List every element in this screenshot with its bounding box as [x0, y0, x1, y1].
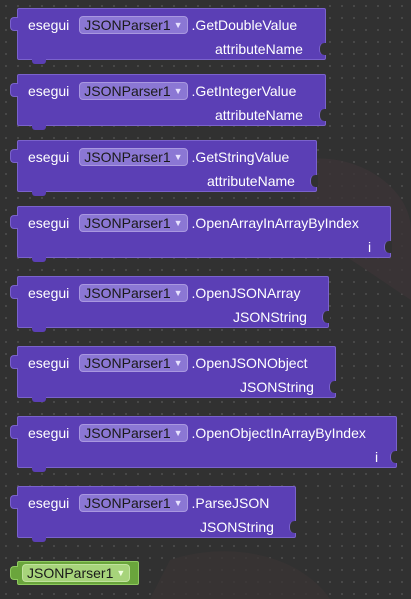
- method-name: .OpenJSONObject: [191, 355, 308, 371]
- method-name: .GetDoubleValue: [191, 17, 298, 33]
- esegui-keyword: esegui: [28, 83, 70, 99]
- dropdown-arrow-icon: ▼: [173, 288, 183, 298]
- component-dropdown[interactable]: JSONParser1 ▼: [79, 354, 188, 372]
- esegui-keyword: esegui: [28, 149, 70, 165]
- component-dropdown[interactable]: JSONParser1 ▼: [79, 148, 188, 166]
- param-socket[interactable]: [390, 451, 398, 463]
- param-socket[interactable]: [384, 241, 392, 253]
- method-name: .GetIntegerValue: [191, 83, 297, 99]
- component-dropdown[interactable]: JSONParser1 ▼: [79, 82, 188, 100]
- dropdown-arrow-icon: ▼: [173, 358, 183, 368]
- param-label: i: [375, 449, 379, 465]
- method-block-open-object-in-array-by-index[interactable]: esegui JSONParser1 ▼ .OpenObjectInArrayBy…: [10, 416, 398, 472]
- dropdown-arrow-icon: ▼: [173, 498, 183, 508]
- esegui-keyword: esegui: [28, 285, 70, 301]
- param-socket[interactable]: [289, 521, 297, 533]
- method-block-open-json-object[interactable]: esegui JSONParser1 ▼ .OpenJSONObject JSON…: [10, 346, 337, 402]
- param-label: attributeName: [215, 41, 303, 57]
- component-dropdown[interactable]: JSONParser1 ▼: [22, 564, 131, 582]
- dropdown-arrow-icon: ▼: [116, 568, 126, 578]
- param-label: JSONString: [240, 379, 314, 395]
- esegui-keyword: esegui: [28, 215, 70, 231]
- dropdown-arrow-icon: ▼: [173, 86, 183, 96]
- param-socket[interactable]: [329, 381, 337, 393]
- param-label: i: [368, 239, 372, 255]
- param-label: JSONString: [233, 309, 307, 325]
- component-dropdown[interactable]: JSONParser1 ▼: [79, 284, 188, 302]
- param-socket[interactable]: [319, 109, 327, 121]
- param-label: attributeName: [207, 173, 295, 189]
- dropdown-arrow-icon: ▼: [173, 428, 183, 438]
- param-label: attributeName: [215, 107, 303, 123]
- esegui-keyword: esegui: [28, 17, 70, 33]
- method-block-get-integer-value[interactable]: esegui JSONParser1 ▼ .GetIntegerValue att…: [10, 74, 327, 130]
- method-name: .OpenJSONArray: [191, 285, 301, 301]
- component-dropdown[interactable]: JSONParser1 ▼: [79, 494, 188, 512]
- param-label: JSONString: [200, 519, 274, 535]
- dropdown-arrow-icon: ▼: [173, 218, 183, 228]
- dropdown-arrow-icon: ▼: [173, 152, 183, 162]
- method-block-open-json-array[interactable]: esegui JSONParser1 ▼ .OpenJSONArray JSONS…: [10, 276, 330, 332]
- method-name: .ParseJSON: [191, 495, 270, 511]
- esegui-keyword: esegui: [28, 425, 70, 441]
- component-dropdown[interactable]: JSONParser1 ▼: [79, 16, 188, 34]
- component-dropdown[interactable]: JSONParser1 ▼: [79, 424, 188, 442]
- dropdown-arrow-icon: ▼: [173, 20, 183, 30]
- method-name: .OpenArrayInArrayByIndex: [191, 215, 359, 231]
- method-block-get-string-value[interactable]: esegui JSONParser1 ▼ .GetStringValue attr…: [10, 140, 318, 196]
- method-block-parse-json[interactable]: esegui JSONParser1 ▼ .ParseJSON JSONStrin…: [10, 486, 297, 542]
- method-block-open-array-in-array-by-index[interactable]: esegui JSONParser1 ▼ .OpenArrayInArrayByI…: [10, 206, 392, 262]
- esegui-keyword: esegui: [28, 355, 70, 371]
- method-name: .GetStringValue: [191, 149, 290, 165]
- component-block-jsonparser1[interactable]: JSONParser1 ▼: [10, 561, 139, 585]
- param-socket[interactable]: [319, 43, 327, 55]
- method-block-get-double-value[interactable]: esegui JSONParser1 ▼ .GetDoubleValue attr…: [10, 8, 327, 64]
- esegui-keyword: esegui: [28, 495, 70, 511]
- param-socket[interactable]: [322, 311, 330, 323]
- param-socket[interactable]: [310, 175, 318, 187]
- method-name: .OpenObjectInArrayByIndex: [191, 425, 366, 441]
- component-dropdown[interactable]: JSONParser1 ▼: [79, 214, 188, 232]
